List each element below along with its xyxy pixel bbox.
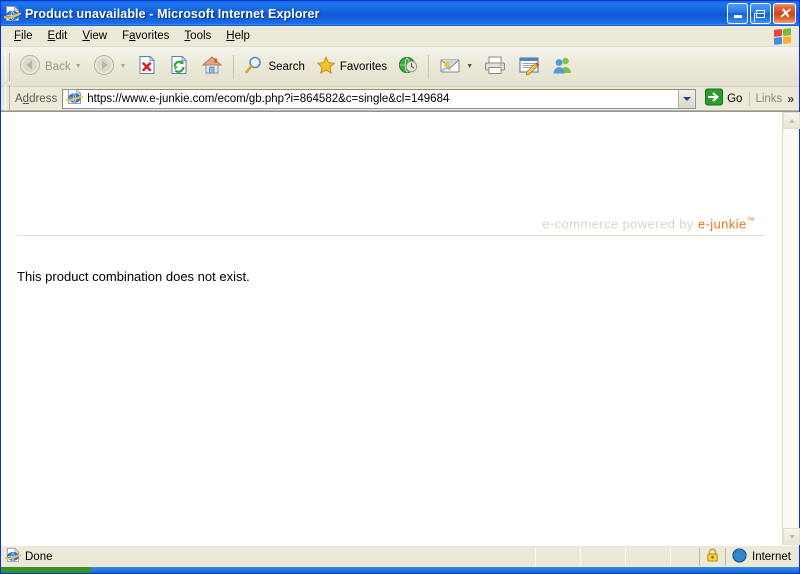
status-divider [670,547,671,566]
branding-prefix: e-commerce powered by [542,216,694,232]
horizontal-divider [17,235,766,236]
page-message: This product combination does not exist. [17,269,250,284]
edit-page-icon [517,54,541,79]
refresh-button[interactable] [163,50,195,84]
status-message-area: Done [1,547,535,566]
forward-dropdown-icon[interactable]: ▼ [120,63,127,70]
menu-item-file[interactable]: File [7,28,41,44]
scroll-up-button[interactable] [783,112,800,129]
edit-button[interactable] [512,50,546,84]
star-icon [315,54,337,79]
address-bar-grip[interactable] [5,84,10,113]
search-button[interactable]: Search [238,50,309,84]
messenger-button[interactable] [546,50,580,84]
close-icon: ✕ [778,5,791,21]
back-button[interactable]: Back ▼ [13,50,87,84]
back-dropdown-icon[interactable]: ▼ [75,63,82,70]
stop-icon [136,54,158,79]
menu-bar: File Edit View Favorites Tools Help [1,26,799,47]
back-arrow-icon [18,53,42,80]
favorites-button[interactable]: Favorites [310,50,392,84]
toolbar-separator [233,54,235,79]
address-bar: Address https://www.e-junkie.com/ecom/gb… [1,84,799,113]
globe-icon [732,547,747,566]
printer-icon [483,54,507,79]
status-divider [535,547,536,566]
ie-browser-window: Product unavailable - Microsoft Internet… [0,0,800,574]
back-button-label: Back [45,60,71,73]
links-button[interactable]: Links » [749,91,799,106]
padlock-icon [706,548,719,565]
media-globe-icon [397,54,419,79]
menu-item-view[interactable]: View [75,28,115,44]
address-label: Address [15,92,58,105]
mail-button[interactable]: ▼ [433,50,478,84]
menu-item-favorites[interactable]: Favorites [115,28,177,44]
address-input[interactable] [83,92,679,105]
main-toolbar: Back ▼ ▼ Search Favorites ▼ [1,47,799,87]
minimize-icon [733,15,742,18]
title-bar: Product unavailable - Microsoft Internet… [1,1,799,26]
go-button[interactable]: Go [696,88,749,109]
mail-dropdown-icon[interactable]: ▼ [466,63,473,70]
scroll-down-button[interactable] [783,528,800,545]
taskbar-start-area[interactable] [1,567,91,573]
menu-item-tools[interactable]: Tools [177,28,219,44]
branding-trademark: ™ [746,216,755,225]
security-zone[interactable]: Internet [725,547,799,566]
window-title: Product unavailable - Microsoft Internet… [25,6,320,21]
scrollbar-track[interactable] [783,129,799,528]
status-divider [580,547,581,566]
search-icon [243,54,265,79]
restore-button[interactable] [750,3,771,24]
web-page-document: e-commerce powered by e-junkie™ This pro… [1,112,782,545]
window-controls: ✕ [727,3,797,24]
messenger-people-icon [551,54,575,79]
menu-item-edit[interactable]: Edit [41,28,76,44]
media-button[interactable] [392,50,424,84]
home-icon [200,54,224,79]
address-input-container[interactable] [62,88,697,110]
favorites-button-label: Favorites [339,60,388,73]
desktop-taskbar-strip [1,567,799,573]
forward-arrow-icon [92,53,116,80]
status-divider [625,547,626,566]
minimize-button[interactable] [727,3,748,24]
address-dropdown-button[interactable] [678,89,696,108]
ie-page-icon [66,88,84,110]
status-bar-dividers [535,546,699,567]
go-arrow-icon [704,88,724,109]
links-label: Links [755,92,783,105]
toolbar-separator-2 [428,54,430,79]
chevron-down-icon [683,96,692,101]
windows-flag-icon [769,27,795,46]
zone-label: Internet [752,550,791,563]
taskbar-main-area[interactable] [91,567,799,573]
status-bar: Done Internet [1,545,799,567]
vertical-scrollbar[interactable] [782,112,800,545]
content-area: e-commerce powered by e-junkie™ This pro… [1,111,800,545]
status-text: Done [25,550,53,563]
scroll-up-arrow-icon [788,118,795,123]
print-button[interactable] [478,50,512,84]
home-button[interactable] [195,50,229,84]
ie-page-icon-status [5,547,21,566]
scroll-down-arrow-icon [788,534,795,539]
go-button-label: Go [727,92,743,105]
powered-by-branding: e-commerce powered by e-junkie™ [542,216,755,231]
branding-name: e-junkie [697,216,747,232]
ie-document-icon [3,5,22,22]
refresh-icon [168,54,190,79]
chevron-double-right-icon[interactable]: » [787,92,794,106]
forward-button[interactable]: ▼ [87,50,132,84]
security-indicator[interactable] [699,547,725,566]
search-button-label: Search [268,60,305,73]
restore-icon [754,9,765,22]
toolbar-grip[interactable] [5,52,10,81]
menu-item-help[interactable]: Help [219,28,258,44]
mail-icon [438,54,462,79]
close-button[interactable]: ✕ [773,3,796,24]
stop-button[interactable] [131,50,163,84]
